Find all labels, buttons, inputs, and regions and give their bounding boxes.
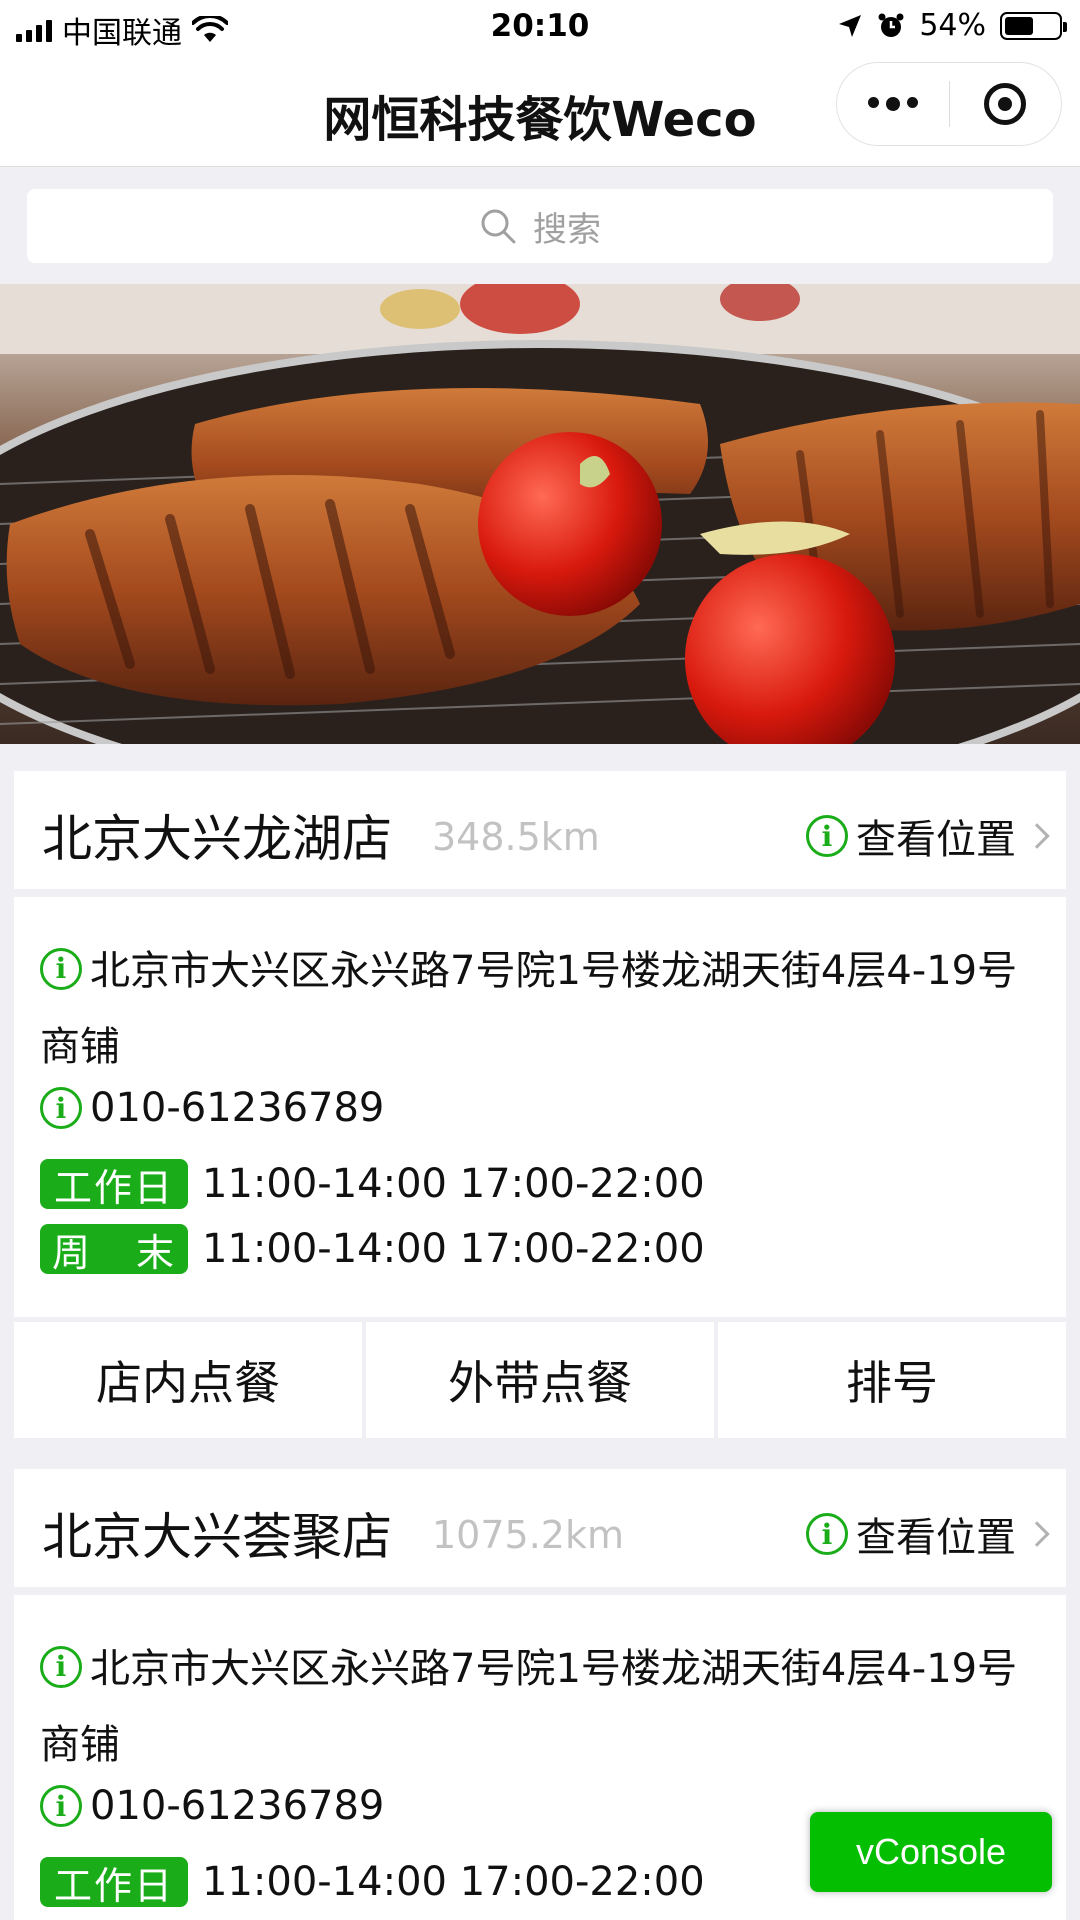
banner-image[interactable] [0, 284, 1080, 744]
phone-info-icon: i [40, 1087, 82, 1129]
vconsole-button[interactable]: vConsole [810, 1812, 1052, 1892]
status-bar: 中国联通 20:10 54% [0, 0, 1080, 52]
store-name: 北京大兴荟聚店 [42, 1508, 392, 1566]
address-info-icon: i [40, 1646, 82, 1688]
store-distance: 1075.2km [432, 1513, 624, 1557]
chevron-right-icon [1024, 823, 1050, 849]
search-icon [481, 209, 516, 244]
weekend-hours: 11:00-14:00 17:00-22:00 [202, 1226, 705, 1272]
nav-bar: 网恒科技餐饮Weco [0, 52, 1080, 167]
location-arrow-icon [839, 14, 862, 37]
search-area: 搜索 [0, 168, 1080, 284]
info-icon: i [806, 1513, 848, 1555]
mini-program-capsule [836, 62, 1062, 146]
weekday-hours: 11:00-14:00 17:00-22:00 [202, 1161, 705, 1207]
weekend-tag-part-2: 末 [135, 1230, 176, 1275]
address-text: 北京市大兴区永兴路7号院1号楼龙湖天街4层4-19号商铺 [40, 1646, 1018, 1768]
chevron-right-icon [1024, 1521, 1050, 1547]
weekday-hours: 11:00-14:00 17:00-22:00 [202, 1859, 705, 1905]
store-distance: 348.5km [432, 815, 600, 859]
store-header[interactable]: 北京大兴荟聚店 1075.2km i 查看位置 [14, 1469, 1066, 1587]
address-info-icon: i [40, 948, 82, 990]
close-button[interactable] [950, 63, 1062, 145]
store-actions: 店内点餐 外带点餐 排号 [14, 1322, 1066, 1438]
battery-percent: 54% [919, 8, 986, 43]
takeout-order-button[interactable]: 外带点餐 [366, 1322, 714, 1438]
dine-in-order-button[interactable]: 店内点餐 [14, 1322, 362, 1438]
target-circle-icon [984, 83, 1027, 125]
address-text: 北京市大兴区永兴路7号院1号楼龙湖天街4层4-19号商铺 [40, 948, 1018, 1070]
weekday-tag: 工作日 [40, 1159, 188, 1210]
phone-number: 010-61236789 [90, 1783, 385, 1829]
store-phone[interactable]: i 010-61236789 [40, 1085, 384, 1131]
status-right: 54% [837, 8, 1067, 43]
store-address: i 北京市大兴区永兴路7号院1号楼龙湖天街4层4-19号商铺 [40, 933, 1030, 1085]
store-phone[interactable]: i 010-61236789 [40, 1783, 384, 1829]
weekend-hours-row: 周 末 11:00-14:00 17:00-22:00 [40, 1224, 705, 1275]
more-button[interactable] [837, 63, 949, 145]
store-address: i 北京市大兴区永兴路7号院1号楼龙湖天街4层4-19号商铺 [40, 1631, 1030, 1783]
view-location-link[interactable]: i 查看位置 [806, 1505, 1050, 1563]
alarm-icon [878, 13, 904, 37]
food-photo [0, 284, 1080, 744]
store-details: i 北京市大兴区永兴路7号院1号楼龙湖天街4层4-19号商铺 i 010-6123… [14, 897, 1066, 1317]
weekday-hours-row: 工作日 11:00-14:00 17:00-22:00 [40, 1857, 705, 1908]
phone-info-icon: i [40, 1785, 82, 1827]
more-dots-icon [867, 97, 918, 111]
store-header[interactable]: 北京大兴龙湖店 348.5km i 查看位置 [14, 771, 1066, 889]
search-placeholder: 搜索 [533, 209, 601, 250]
weekday-hours-row: 工作日 11:00-14:00 17:00-22:00 [40, 1159, 705, 1210]
weekend-tag-part-1: 周 [52, 1230, 93, 1275]
view-location-link[interactable]: i 查看位置 [806, 807, 1050, 865]
view-location-label: 查看位置 [856, 1515, 1016, 1561]
weekend-tag: 周 末 [40, 1224, 188, 1275]
queue-number-button[interactable]: 排号 [718, 1322, 1066, 1438]
store-name: 北京大兴龙湖店 [42, 810, 392, 868]
weekday-tag: 工作日 [40, 1857, 188, 1908]
battery-icon [1000, 11, 1067, 40]
info-icon: i [806, 815, 848, 857]
view-location-label: 查看位置 [856, 817, 1016, 863]
phone-number: 010-61236789 [90, 1085, 385, 1131]
search-input[interactable]: 搜索 [27, 189, 1053, 263]
